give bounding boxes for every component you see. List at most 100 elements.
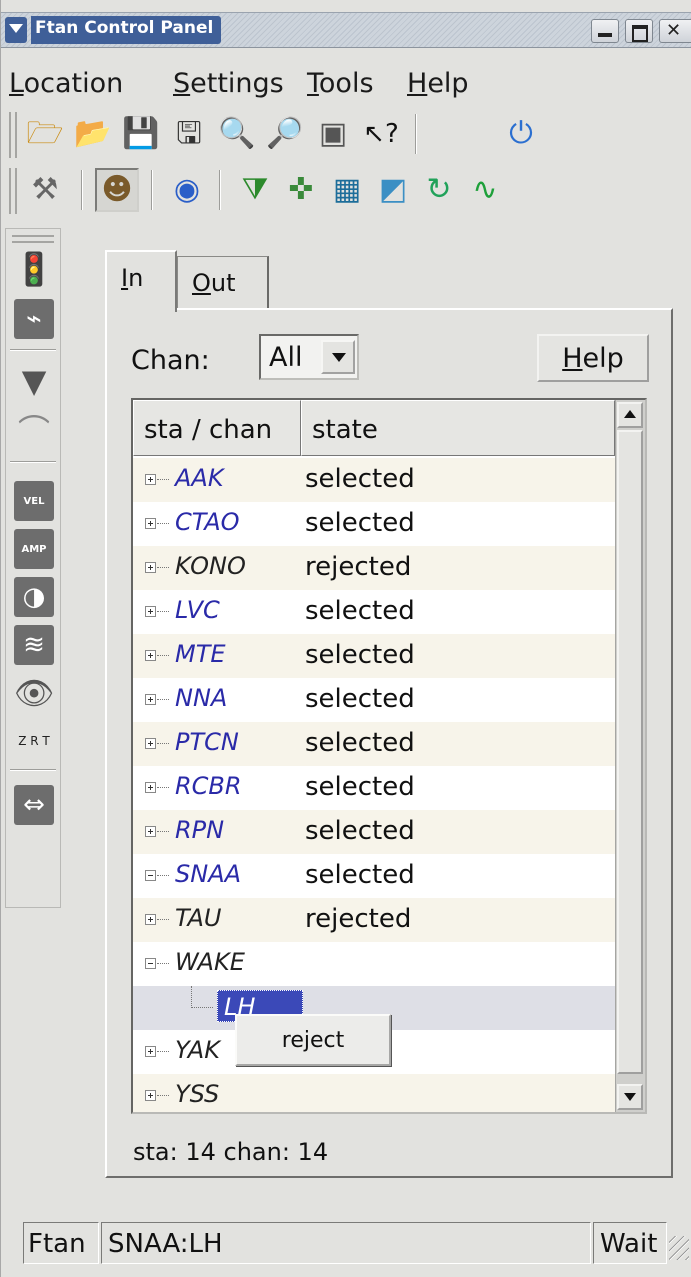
chevron-down-icon[interactable] — [321, 340, 355, 374]
expand-icon[interactable] — [145, 738, 156, 749]
compass-small-icon[interactable]: ◑ — [14, 577, 54, 617]
toolbar-grip[interactable] — [9, 112, 17, 158]
spectrum-icon[interactable]: ≋ — [14, 625, 54, 665]
expand-icon[interactable] — [145, 694, 156, 705]
status-selection: SNAA:LH — [101, 1222, 591, 1264]
open-icon[interactable]: 📂 — [71, 112, 115, 156]
tab-out[interactable]: Out — [177, 256, 269, 310]
resize-grip-icon[interactable] — [669, 1236, 689, 1260]
status-app: Ftan — [23, 1222, 99, 1264]
traffic-light-icon[interactable]: 🚦 — [14, 249, 54, 289]
tree-connector — [191, 986, 213, 1008]
zoom-in-icon[interactable]: 🔍 — [215, 112, 259, 156]
zoom-reset-icon[interactable]: ▣ — [311, 112, 355, 156]
tree-connector — [157, 1095, 169, 1096]
menu-location-label: ocation — [23, 68, 124, 99]
eye-icon[interactable]: 👁 — [14, 673, 55, 713]
window-menu-icon[interactable] — [5, 17, 27, 43]
tab-in[interactable]: In — [105, 250, 177, 312]
list-item[interactable]: WAKE — [133, 942, 615, 986]
sine-wave-icon[interactable]: ∿ — [463, 168, 507, 212]
filter-icon[interactable]: ⧩ — [233, 168, 277, 212]
expand-icon[interactable] — [145, 650, 156, 661]
menu-location[interactable]: Location — [9, 68, 123, 99]
power-icon[interactable]: ⏻ — [499, 112, 543, 156]
vel-icon[interactable]: VEL — [14, 481, 54, 521]
expand-icon[interactable] — [145, 518, 156, 529]
close-button[interactable] — [659, 19, 691, 43]
expand-icon[interactable] — [145, 562, 156, 573]
menu-tools[interactable]: Tools — [307, 68, 374, 99]
vertical-scrollbar[interactable] — [615, 400, 645, 1112]
station-state: selected — [305, 728, 415, 758]
collapse-icon[interactable] — [145, 870, 156, 881]
list-item[interactable]: NNA selected — [133, 678, 615, 722]
scroll-up-icon[interactable] — [617, 402, 643, 428]
scroll-thumb[interactable] — [617, 430, 643, 1074]
save-as-icon[interactable]: 🖫 — [167, 112, 211, 156]
analysis-toolbar: ⚒ ☻ ◉ ⧩ ✜ ▦ ◩ ↻ ∿ — [1, 162, 691, 220]
expand-icon[interactable] — [145, 914, 156, 925]
waveform-icon[interactable]: ⌁ — [14, 299, 54, 339]
new-icon[interactable]: 🗁 — [23, 112, 67, 156]
list-item[interactable]: AAK selected — [133, 458, 615, 502]
window-title: Ftan Control Panel — [31, 16, 222, 44]
rt-spectrum-icon[interactable]: ▦ — [325, 168, 369, 212]
list-item[interactable]: CTAO selected — [133, 502, 615, 546]
maximize-button[interactable] — [625, 19, 653, 43]
reject-context-menu-item[interactable]: reject — [235, 1014, 391, 1066]
list-item[interactable]: LVC selected — [133, 590, 615, 634]
scroll-down-icon[interactable] — [617, 1084, 643, 1110]
list-item[interactable]: RPN selected — [133, 810, 615, 854]
column-header-sta-chan[interactable]: sta / chan — [133, 400, 301, 456]
menu-help[interactable]: Help — [407, 68, 469, 99]
whats-this-icon[interactable]: ↖? — [359, 112, 403, 156]
compass-icon[interactable]: ◉ — [165, 168, 209, 212]
minimize-button[interactable] — [591, 19, 619, 43]
zoom-out-icon[interactable]: 🔎 — [263, 112, 307, 156]
expand-icon[interactable] — [145, 474, 156, 485]
list-item[interactable]: RCBR selected — [133, 766, 615, 810]
operator-icon[interactable]: ☻ — [95, 168, 139, 212]
chan-select[interactable]: All — [259, 334, 359, 380]
funnel-icon[interactable]: ▼ — [14, 361, 54, 401]
tab-out-mnemonic: O — [192, 269, 211, 297]
collapse-icon[interactable] — [145, 958, 156, 969]
list-item[interactable]: SNAA selected — [133, 854, 615, 898]
ridge-icon[interactable]: ⌒ — [14, 409, 54, 450]
station-name: SNAA — [175, 860, 242, 888]
menu-help-mnemonic: H — [407, 68, 428, 99]
tools-icon[interactable]: ⚒ — [23, 168, 67, 212]
list-item[interactable]: TAU rejected — [133, 898, 615, 942]
ftan-control-panel-window: Ftan Control Panel Location Settings Too… — [0, 0, 691, 1277]
expand-icon[interactable] — [145, 606, 156, 617]
crosshair-icon[interactable]: ✜ — [279, 168, 323, 212]
toolbar-grip[interactable] — [9, 168, 17, 214]
amp-icon[interactable]: AMP — [14, 529, 54, 569]
station-state: selected — [305, 596, 415, 626]
side-toolbar-separator — [10, 349, 56, 351]
rt-curve-icon[interactable]: ◩ — [371, 168, 415, 212]
station-channel-list[interactable]: sta / chan state AAK selected CTAO selected… — [131, 398, 647, 1114]
expand-icon[interactable] — [145, 1046, 156, 1057]
title-bar[interactable]: Ftan Control Panel — [1, 12, 691, 48]
green-spiral-icon[interactable]: ↻ — [417, 168, 461, 212]
save-icon[interactable]: 💾 — [119, 112, 163, 156]
expand-icon[interactable] — [145, 826, 156, 837]
list-item[interactable]: YSS — [133, 1074, 615, 1112]
side-toolbar-grip[interactable] — [12, 235, 54, 243]
column-header-state[interactable]: state — [301, 400, 615, 456]
zrt-icon[interactable]: Z R T — [14, 721, 54, 761]
menu-settings[interactable]: Settings — [173, 68, 284, 99]
waveform-align-icon[interactable]: ⇔ — [14, 785, 54, 825]
help-button-label: elp — [582, 342, 624, 374]
station-name: MTE — [175, 640, 226, 668]
expand-icon[interactable] — [145, 782, 156, 793]
help-button[interactable]: Help — [537, 334, 649, 382]
list-item[interactable]: PTCN selected — [133, 722, 615, 766]
expand-icon[interactable] — [145, 1090, 156, 1101]
list-item[interactable]: KONO rejected — [133, 546, 615, 590]
station-name: WAKE — [175, 948, 245, 976]
station-state: selected — [305, 816, 415, 846]
list-item[interactable]: MTE selected — [133, 634, 615, 678]
